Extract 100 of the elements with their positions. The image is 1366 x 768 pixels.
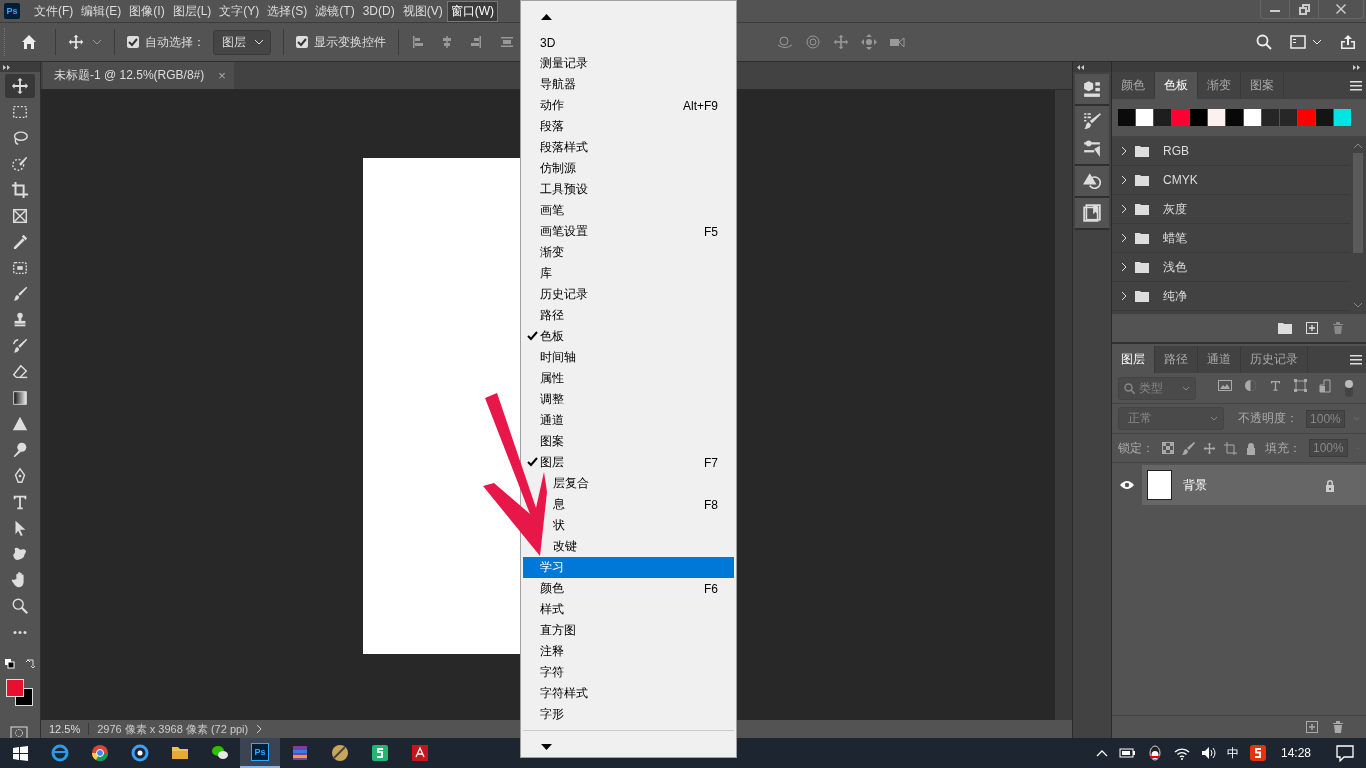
menu-item[interactable]: 样式 — [523, 599, 734, 620]
swap-colors-icon[interactable] — [25, 659, 35, 669]
roll-icon[interactable] — [805, 34, 821, 50]
menu-item[interactable]: 编辑(E) — [77, 0, 126, 22]
orbit-icon[interactable] — [777, 34, 793, 50]
menu-item[interactable]: 层复合 — [551, 473, 734, 494]
color-swatch[interactable] — [1172, 109, 1189, 126]
search-icon[interactable] — [1256, 34, 1272, 50]
menu-item[interactable]: 字形 — [523, 704, 734, 725]
menu-item[interactable]: 改键 — [551, 536, 734, 557]
adjustment-filter-icon[interactable] — [1244, 379, 1257, 392]
menu-item[interactable]: 颜色 F6 — [523, 578, 734, 599]
swatch-group[interactable]: 纯净 — [1112, 282, 1350, 311]
menu-item[interactable]: 通道 — [523, 410, 734, 431]
adjustments-icon[interactable] — [1083, 140, 1101, 158]
artboard-icon[interactable] — [1083, 204, 1101, 222]
penguin-icon[interactable] — [1146, 745, 1163, 761]
chevron-right-icon[interactable] — [256, 724, 263, 734]
menu-item[interactable]: 时间轴 — [523, 347, 734, 368]
swatch-group[interactable]: RGB — [1112, 137, 1350, 166]
panel-tab[interactable]: 图层 — [1112, 346, 1155, 373]
menu-item[interactable]: 段落 — [523, 116, 734, 137]
filter-toggle-icon[interactable] — [1344, 379, 1354, 397]
chevron-icon[interactable] — [1121, 233, 1127, 243]
menu-item[interactable]: 文件(F) — [30, 0, 78, 22]
layer-dropdown[interactable]: 图层 — [213, 29, 271, 55]
menu-item[interactable]: 调整 — [523, 389, 734, 410]
menu-item[interactable]: 渐变 — [523, 242, 734, 263]
color-swatch[interactable] — [1208, 109, 1225, 126]
type-filter-icon[interactable] — [1269, 379, 1282, 392]
lock-icon[interactable] — [1324, 478, 1336, 492]
lock-all-icon[interactable] — [1245, 441, 1257, 455]
color-swatch[interactable] — [1280, 109, 1297, 126]
menu-item[interactable]: 历史记录 — [523, 284, 734, 305]
new-swatch-icon[interactable] — [1306, 322, 1318, 334]
chevron-icon[interactable] — [1121, 175, 1127, 185]
tab-close-button[interactable]: × — [218, 68, 226, 83]
menu-item[interactable]: 动作 Alt+F9 — [523, 95, 734, 116]
move-icon[interactable] — [68, 34, 84, 50]
distribute-icon[interactable] — [499, 34, 515, 50]
history-icon[interactable] — [1083, 172, 1101, 190]
input-method-app-icon[interactable] — [1249, 745, 1266, 761]
menu-item[interactable]: 测量记录 — [523, 53, 734, 74]
menu-item[interactable]: 库 — [523, 263, 734, 284]
chevron-icon[interactable] — [1121, 146, 1127, 156]
color-swatch[interactable] — [1190, 109, 1207, 126]
lock-paint-icon[interactable] — [1182, 441, 1195, 455]
eye-icon[interactable] — [1120, 480, 1134, 490]
chevron-up-icon[interactable] — [1095, 748, 1108, 758]
menu-item[interactable]: 学习 — [523, 557, 734, 578]
menu-item[interactable]: 色板 — [523, 326, 734, 347]
new-layer-icon[interactable] — [1306, 721, 1318, 733]
color-swatch[interactable] — [1244, 109, 1261, 126]
panel-tab[interactable]: 通道 — [1198, 346, 1241, 373]
menu-item[interactable]: 画笔设置 F5 — [523, 221, 734, 242]
menu-item[interactable]: 仿制源 — [523, 158, 734, 179]
menu-item[interactable]: 图层 F7 — [523, 452, 734, 473]
swatch-group[interactable]: CMYK — [1112, 166, 1350, 195]
menu-item[interactable]: 直方图 — [523, 620, 734, 641]
menu-item[interactable]: 状 — [551, 515, 734, 536]
chevron-icon[interactable] — [1121, 204, 1127, 214]
menu-item[interactable]: 窗口(W) — [446, 0, 498, 22]
layer-row[interactable]: 背景 — [1112, 465, 1366, 505]
scroll-thumb[interactable] — [1353, 153, 1363, 253]
input-method-indicator[interactable]: 中 — [1226, 744, 1239, 762]
pan-3d-icon[interactable] — [833, 34, 849, 50]
panel-menu-icon[interactable] — [1350, 80, 1362, 91]
menu-item[interactable]: 文字(Y) — [215, 0, 264, 22]
collapse-icon[interactable] — [1077, 64, 1084, 70]
color-swatches-icon[interactable] — [6, 679, 33, 706]
lock-position-icon[interactable] — [1203, 441, 1216, 455]
chevron-icon[interactable] — [1121, 262, 1127, 272]
default-colors-icon[interactable] — [5, 659, 15, 669]
panel-tab[interactable]: 色板 — [1155, 72, 1198, 99]
video-camera-icon[interactable] — [889, 34, 905, 50]
color-swatch[interactable] — [1226, 109, 1243, 126]
menu-item[interactable]: 字符 — [523, 662, 734, 683]
document-tab[interactable]: 未标题-1 @ 12.5%(RGB/8#) × — [43, 62, 234, 89]
menu-item[interactable]: 视图(V) — [398, 0, 447, 22]
menu-item[interactable]: 图层(L) — [168, 0, 216, 22]
expand-icon[interactable] — [3, 64, 10, 70]
share-icon[interactable] — [1340, 34, 1356, 50]
speaker-icon[interactable] — [1200, 746, 1216, 760]
menu-item[interactable]: 路径 — [523, 305, 734, 326]
menu-item[interactable]: 息 F8 — [551, 494, 734, 515]
color-swatch[interactable] — [1334, 109, 1351, 126]
libraries-icon[interactable] — [1083, 80, 1101, 98]
lock-artboard-icon[interactable] — [1224, 441, 1237, 455]
new-group-icon[interactable] — [1278, 322, 1292, 334]
scroll-down-icon[interactable] — [541, 742, 552, 751]
workspace-icon[interactable] — [1290, 34, 1306, 50]
menu-item[interactable]: 选择(S) — [263, 0, 312, 22]
color-swatch[interactable] — [1298, 109, 1315, 126]
color-swatch[interactable] — [1262, 109, 1279, 126]
home-icon[interactable] — [21, 34, 37, 50]
menu-item[interactable]: 段落样式 — [523, 137, 734, 158]
menu-item[interactable]: 画笔 — [523, 200, 734, 221]
trash-icon[interactable] — [1332, 721, 1344, 733]
swatch-group[interactable]: 浅色 — [1112, 253, 1350, 282]
menu-item[interactable]: 导航器 — [523, 74, 734, 95]
